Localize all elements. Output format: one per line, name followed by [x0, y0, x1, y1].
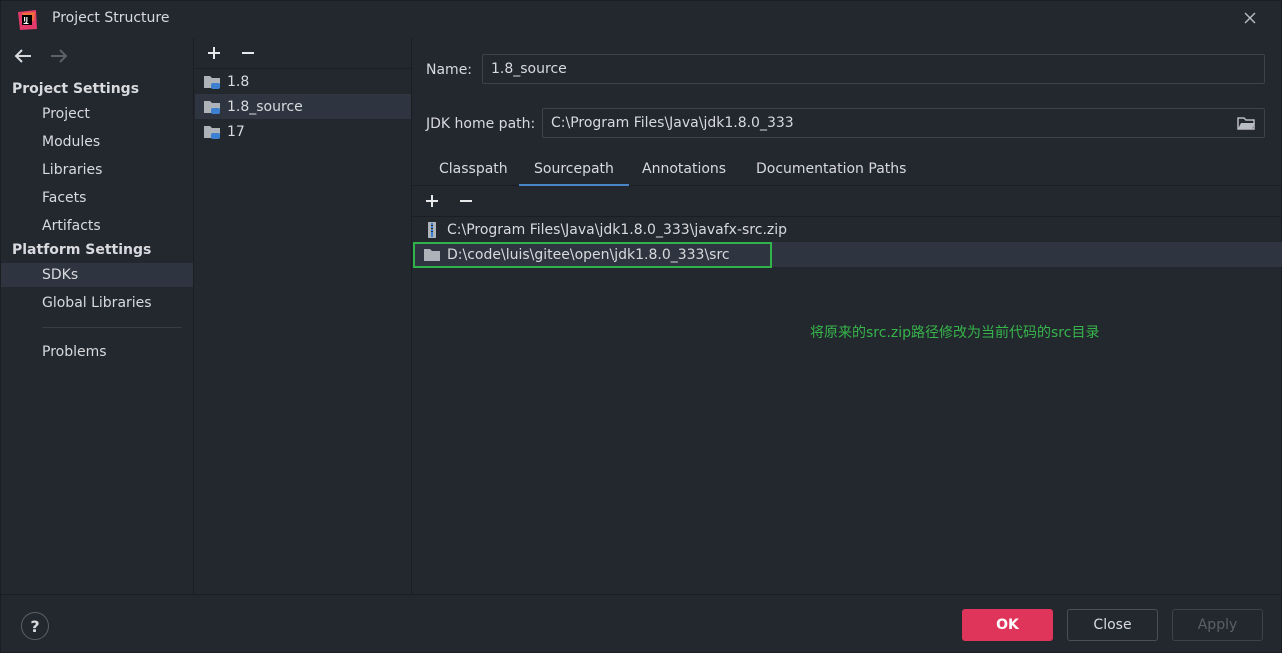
- help-button[interactable]: ?: [21, 612, 49, 640]
- sdk-item-17[interactable]: 17: [195, 119, 411, 144]
- sourcepath-toolbar: [413, 186, 1282, 217]
- nav-item-facets[interactable]: Facets: [1, 186, 193, 210]
- window-title: Project Structure: [52, 10, 170, 26]
- sdk-folder-icon: [204, 75, 220, 89]
- jdk-home-path-value: C:\Program Files\Java\jdk1.8.0_333: [551, 115, 794, 131]
- jdk-home-path-label: JDK home path:: [426, 116, 536, 132]
- annotation-text: 将原来的src.zip路径修改为当前代码的src目录: [810, 325, 1100, 341]
- sourcepath-item-src[interactable]: D:\code\luis\gitee\open\jdk1.8.0_333\src: [413, 242, 1282, 267]
- tab-documentation-paths[interactable]: Documentation Paths: [741, 152, 921, 186]
- ok-button[interactable]: OK: [962, 609, 1053, 641]
- tab-classpath[interactable]: Classpath: [424, 152, 523, 186]
- sourcepath-item-zip[interactable]: C:\Program Files\Java\jdk1.8.0_333\javaf…: [413, 217, 1282, 242]
- nav-divider: [42, 327, 182, 328]
- name-label: Name:: [426, 62, 473, 78]
- sdk-item-1-8-source[interactable]: 1.8_source: [195, 94, 411, 119]
- sdk-detail-pane: Name: 1.8_source JDK home path: C:\Progr…: [413, 38, 1282, 594]
- settings-nav: Project Settings Project Modules Librari…: [1, 38, 194, 594]
- sdk-toolbar: [195, 38, 411, 69]
- nav-item-modules[interactable]: Modules: [1, 130, 193, 154]
- project-structure-dialog: IJ Project Structure Project Settings Pr…: [0, 0, 1282, 653]
- nav-group-project-settings: Project Settings: [12, 81, 140, 97]
- back-arrow-icon[interactable]: [13, 47, 33, 65]
- close-icon[interactable]: [1241, 9, 1259, 27]
- nav-item-sdks[interactable]: SDKs: [1, 263, 193, 287]
- sdk-folder-icon: [204, 125, 220, 139]
- sdk-item-label: 1.8: [227, 73, 250, 90]
- nav-group-platform-settings: Platform Settings: [12, 242, 152, 258]
- forward-arrow-icon[interactable]: [49, 47, 69, 65]
- apply-button[interactable]: Apply: [1172, 609, 1263, 641]
- nav-item-libraries[interactable]: Libraries: [1, 158, 193, 182]
- remove-sdk-minus-icon[interactable]: [239, 44, 257, 62]
- browse-folder-icon[interactable]: [1236, 114, 1256, 132]
- nav-item-project[interactable]: Project: [1, 102, 193, 126]
- add-path-plus-icon[interactable]: [423, 192, 441, 210]
- add-sdk-plus-icon[interactable]: [205, 44, 223, 62]
- sdk-list-pane: 1.8 1.8_source 17: [195, 38, 412, 594]
- intellij-logo-icon: IJ: [18, 10, 37, 30]
- sdk-folder-icon: [204, 100, 220, 114]
- sdk-item-1-8[interactable]: 1.8: [195, 69, 411, 94]
- remove-path-minus-icon[interactable]: [457, 192, 475, 210]
- tab-annotations[interactable]: Annotations: [627, 152, 741, 186]
- path-tabs: Classpath Sourcepath Annotations Documen…: [413, 152, 1282, 186]
- svg-text:IJ: IJ: [24, 17, 28, 24]
- archive-icon: [428, 221, 436, 238]
- close-button[interactable]: Close: [1067, 609, 1158, 641]
- sourcepath-item-label: D:\code\luis\gitee\open\jdk1.8.0_333\src: [447, 246, 730, 263]
- tab-sourcepath[interactable]: Sourcepath: [519, 152, 629, 186]
- nav-item-artifacts[interactable]: Artifacts: [1, 214, 193, 238]
- sdk-item-label: 1.8_source: [227, 98, 303, 115]
- nav-arrows: [13, 47, 69, 65]
- name-field[interactable]: 1.8_source: [482, 54, 1265, 84]
- folder-icon: [424, 248, 440, 261]
- sdk-item-label: 17: [227, 123, 245, 140]
- jdk-home-path-field[interactable]: C:\Program Files\Java\jdk1.8.0_333: [542, 108, 1265, 138]
- dialog-footer: ? OK Close Apply: [1, 594, 1282, 653]
- sourcepath-item-label: C:\Program Files\Java\jdk1.8.0_333\javaf…: [447, 221, 788, 238]
- title-bar: IJ Project Structure: [1, 1, 1282, 38]
- nav-item-global-libraries[interactable]: Global Libraries: [1, 291, 193, 315]
- nav-item-problems[interactable]: Problems: [1, 340, 193, 364]
